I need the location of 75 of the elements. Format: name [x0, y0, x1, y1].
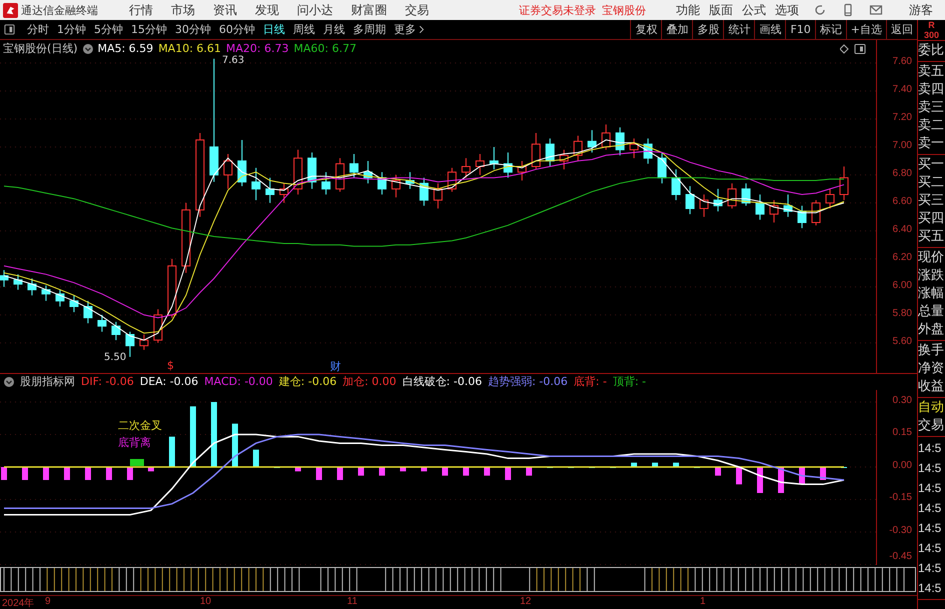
indicator-value: 白线破仓: -0.06: [402, 374, 482, 390]
login-status: 证券交易未登录: [519, 2, 596, 18]
date-axis-label: 10: [200, 596, 212, 608]
indicator-value: DIF: -0.06: [81, 375, 134, 388]
quote-label: 买一: [918, 156, 945, 174]
low-price-label: 5.50: [104, 352, 126, 363]
quote-label: 14:5: [918, 500, 942, 517]
quote-label: 交易: [918, 417, 945, 435]
quote-label: 14:5: [918, 540, 942, 557]
quote-label: 卖三: [918, 99, 945, 117]
quote-label: 14:5: [918, 520, 942, 537]
quote-label: 现价: [918, 249, 945, 267]
date-axis-label: 1: [700, 596, 706, 608]
indicator-axis-label: -0.15: [889, 492, 912, 504]
indicator-value: MACD: -0.00: [204, 375, 273, 388]
quote-label: 14:5: [918, 560, 942, 577]
header-label: R: [928, 20, 935, 30]
price-axis-label: 6.80: [892, 168, 912, 179]
quote-label: 换手: [918, 342, 945, 360]
quote-label: 卖四: [918, 81, 945, 99]
indicator-axis-label: -0.45: [889, 550, 912, 562]
indicator-axis-label: 0.15: [892, 427, 912, 438]
moving-average-label: MA20: 6.73: [226, 42, 289, 55]
indicator-name: 股朋指标网: [20, 374, 75, 390]
indicator-value: 加仓: 0.00: [342, 374, 396, 390]
price-axis-label: 5.80: [892, 308, 912, 319]
indicator-value: DEA: -0.06: [140, 375, 198, 388]
quote-label: 外盘: [918, 321, 945, 339]
moving-average-label: MA5: 6.59: [98, 42, 154, 55]
quote-label: 卖一: [918, 135, 945, 153]
quote-label: 14:5: [918, 440, 942, 457]
quote-label: 卖五: [918, 63, 945, 81]
app-title: 通达信金融终端: [21, 2, 99, 18]
price-axis-label: 5.60: [892, 336, 912, 347]
quote-label: 14:5: [918, 580, 942, 597]
price-axis-label: 7.00: [892, 140, 912, 151]
quote-label: 涨跌: [918, 267, 945, 285]
price-axis-label: 6.00: [892, 280, 912, 291]
quote-label: 收益: [918, 378, 945, 396]
indicator-axis-label: -0.30: [889, 524, 912, 536]
chart-annotation: 底背离: [118, 434, 151, 450]
indicator-axis-label: 0.00: [892, 460, 912, 471]
indicator-value: 建仓: -0.06: [278, 374, 337, 390]
quote-label: 买三: [918, 192, 945, 210]
date-axis-label: 12: [520, 596, 532, 608]
date-axis-label: 11: [347, 596, 358, 608]
price-axis-label: 6.40: [892, 224, 912, 235]
quote-label: 买五: [918, 228, 945, 246]
date-axis-label: 2024年: [2, 597, 34, 609]
chart-annotation: 二次金叉: [118, 418, 162, 433]
quote-label: 卖二: [918, 117, 945, 135]
high-price-label: 7.63: [222, 55, 244, 66]
indicator-value: 趋势强弱: -0.06: [488, 374, 568, 390]
header-label: 300: [924, 30, 940, 40]
indicator-value: 顶背: -: [612, 374, 646, 390]
date-axis-label: 9: [45, 596, 51, 608]
quote-label: 净资: [918, 360, 945, 378]
quote-label: 14:5: [918, 480, 942, 497]
price-axis-label: 6.20: [892, 252, 912, 263]
quote-label: 买四: [918, 210, 945, 228]
chart-title: 宝钢股份(日线): [3, 41, 78, 56]
quote-label: 自动: [918, 399, 945, 417]
quote-label: 涨幅: [918, 285, 945, 303]
quote-label: 总量: [918, 303, 945, 321]
price-axis-label: 6.60: [892, 196, 912, 207]
quote-label: 14:5: [918, 460, 942, 477]
price-axis-label: 7.40: [892, 84, 912, 95]
price-axis-label: 7.20: [892, 112, 912, 123]
quote-label: 委比: [918, 42, 945, 60]
price-axis-label: 7.60: [892, 56, 912, 67]
moving-average-label: MA10: 6.61: [158, 42, 222, 55]
moving-average-label: MA60: 6.77: [294, 42, 356, 55]
indicator-axis-label: 0.30: [892, 394, 912, 406]
indicator-value: 底背: -: [574, 374, 607, 390]
quote-label: 买二: [918, 174, 945, 192]
